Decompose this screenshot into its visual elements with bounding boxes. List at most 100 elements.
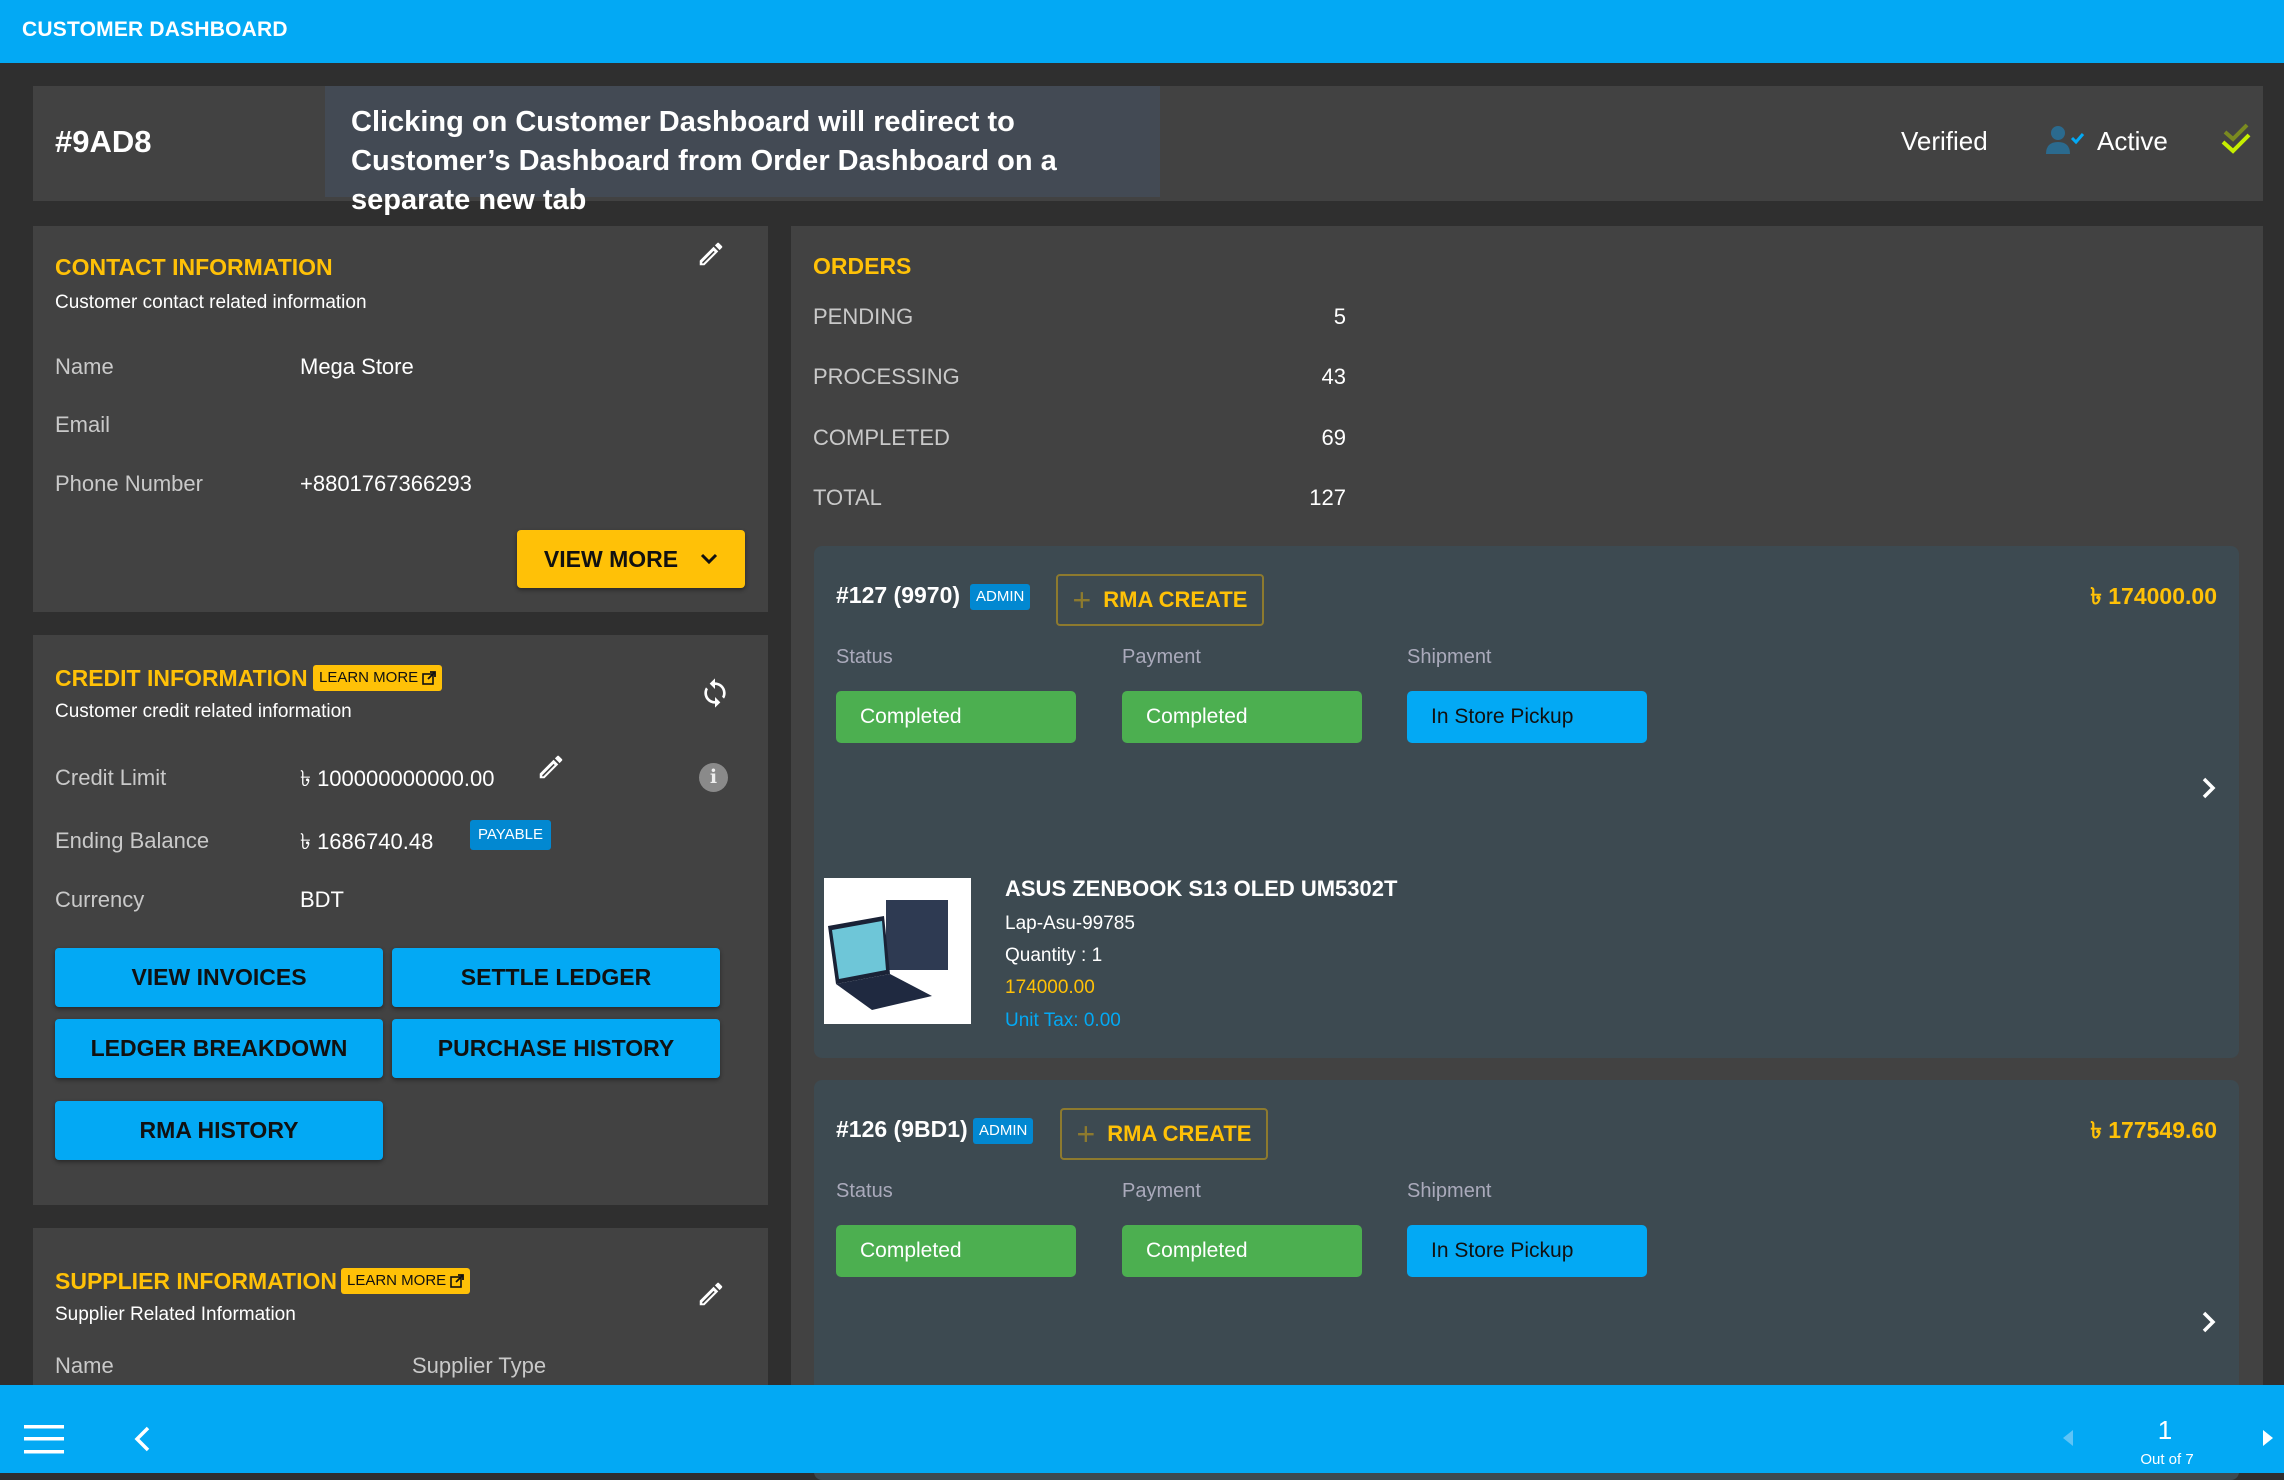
payment-chip: Completed: [1122, 1225, 1362, 1277]
orders-title: ORDERS: [813, 253, 912, 279]
pencil-icon: [539, 755, 563, 779]
product-price: 174000.00: [1005, 977, 1095, 998]
order-number[interactable]: #127 (9970): [836, 582, 960, 609]
learn-more-label: LEARN MORE: [319, 669, 419, 686]
supplier-name-label: Name: [55, 1353, 114, 1378]
pencil-icon: [699, 242, 723, 266]
product-unit-tax: Unit Tax: 0.00: [1005, 1010, 1121, 1031]
edit-credit-limit-button[interactable]: [533, 749, 569, 785]
view-invoices-button[interactable]: VIEW INVOICES: [55, 948, 383, 1007]
hamburger-menu-icon[interactable]: [24, 1423, 64, 1455]
ledger-breakdown-button[interactable]: LEDGER BREAKDOWN: [55, 1019, 383, 1078]
previous-page-icon[interactable]: [2062, 1429, 2074, 1447]
shipment-chip: In Store Pickup: [1407, 691, 1647, 743]
plus-icon: +: [1072, 582, 1092, 618]
credit-subtitle: Customer credit related information: [55, 701, 352, 722]
customer-dashboard-title[interactable]: CUSTOMER DASHBOARD: [22, 18, 288, 42]
contact-subtitle: Customer contact related information: [55, 292, 367, 313]
chevron-down-icon: [701, 553, 718, 565]
status-label: Status: [836, 646, 893, 668]
view-more-button[interactable]: VIEW MORE: [517, 530, 745, 588]
phone-value: +8801767366293: [300, 471, 472, 496]
ending-balance-value: ৳ 1686740.48: [300, 829, 434, 854]
rma-create-label: RMA CREATE: [1103, 587, 1248, 612]
credit-learn-more-button[interactable]: LEARN MORE: [313, 665, 443, 691]
admin-badge: ADMIN: [970, 584, 1031, 610]
chevron-right-icon[interactable]: [2199, 776, 2219, 800]
rma-history-button[interactable]: RMA HISTORY: [55, 1101, 383, 1160]
order-amount: ৳ 177549.60: [2090, 1117, 2217, 1143]
next-page-icon[interactable]: [2262, 1429, 2274, 1447]
credit-limit-label: Credit Limit: [55, 765, 167, 790]
total-count: 127: [1309, 485, 1346, 510]
email-label: Email: [55, 412, 111, 437]
currency-label: Currency: [55, 887, 145, 912]
verified-label: Verified: [1901, 126, 1988, 156]
double-check-icon: [2221, 123, 2251, 154]
payable-badge: PAYABLE: [470, 820, 552, 850]
completed-count: 69: [1321, 425, 1346, 450]
completed-label: COMPLETED: [813, 425, 950, 450]
contact-title: CONTACT INFORMATION: [55, 254, 333, 280]
external-link-icon: [450, 1274, 465, 1288]
plus-icon: +: [1076, 1116, 1096, 1152]
laptop-image-icon: [828, 900, 948, 1010]
refresh-credit-button[interactable]: [697, 675, 733, 711]
supplier-learn-more-button[interactable]: LEARN MORE: [341, 1268, 471, 1294]
product-sku: Lap-Asu-99785: [1005, 913, 1135, 934]
product-image: [824, 878, 971, 1024]
name-label: Name: [55, 354, 114, 379]
shipment-chip: In Store Pickup: [1407, 1225, 1647, 1277]
shipment-label: Shipment: [1407, 646, 1492, 668]
order-card[interactable]: #127 (9970) ADMIN + RMA CREATE ৳ 174000.…: [814, 546, 2239, 1058]
orders-panel: ORDERS PENDING 5 PROCESSING 43 COMPLETED…: [791, 226, 2263, 1480]
pencil-icon: [699, 1282, 723, 1306]
rma-create-button[interactable]: + RMA CREATE: [1060, 1108, 1268, 1160]
payment-label: Payment: [1122, 646, 1201, 668]
credit-title: CREDIT INFORMATION: [55, 665, 308, 691]
currency-value: BDT: [300, 887, 344, 912]
order-amount: ৳ 174000.00: [2090, 583, 2217, 609]
top-app-bar: CUSTOMER DASHBOARD: [0, 0, 2284, 63]
info-icon[interactable]: i: [699, 763, 728, 792]
order-number[interactable]: #126 (9BD1): [836, 1116, 968, 1143]
pending-count: 5: [1333, 304, 1346, 329]
user-check-icon: [2046, 126, 2085, 154]
status-chip: Completed: [836, 1225, 1076, 1277]
page-total: Out of 7: [2140, 1451, 2194, 1468]
supplier-subtitle: Supplier Related Information: [55, 1304, 296, 1325]
admin-badge: ADMIN: [973, 1118, 1034, 1144]
status-chip: Completed: [836, 691, 1076, 743]
purchase-history-button[interactable]: PURCHASE HISTORY: [392, 1019, 720, 1078]
supplier-type-label: Supplier Type: [412, 1353, 547, 1378]
customer-id: #9AD8: [55, 124, 152, 159]
rma-create-label: RMA CREATE: [1107, 1121, 1252, 1146]
phone-label: Phone Number: [55, 471, 203, 496]
view-more-label: VIEW MORE: [543, 545, 679, 572]
info-tooltip: Clicking on Customer Dashboard will redi…: [325, 86, 1160, 216]
credit-information-card: CREDIT INFORMATION LEARN MORE Customer c…: [33, 635, 768, 1205]
rma-create-button[interactable]: + RMA CREATE: [1056, 574, 1264, 626]
sync-icon: [704, 678, 726, 708]
supplier-title: SUPPLIER INFORMATION: [55, 1268, 337, 1294]
edit-supplier-button[interactable]: [693, 1276, 729, 1312]
settle-ledger-button[interactable]: SETTLE LEDGER: [392, 948, 720, 1007]
pending-label: PENDING: [813, 304, 914, 329]
credit-limit-value: ৳ 100000000000.00: [300, 766, 495, 791]
payment-label: Payment: [1122, 1180, 1201, 1202]
active-label: Active: [2097, 126, 2168, 156]
product-name: ASUS ZENBOOK S13 OLED UM5302T: [1005, 876, 1398, 901]
total-label: TOTAL: [813, 485, 882, 510]
processing-label: PROCESSING: [813, 364, 960, 389]
back-chevron-icon[interactable]: [132, 1425, 152, 1453]
edit-contact-button[interactable]: [693, 236, 729, 272]
shipment-label: Shipment: [1407, 1180, 1492, 1202]
product-quantity: Quantity : 1: [1005, 945, 1103, 966]
contact-information-card: CONTACT INFORMATION Customer contact rel…: [33, 226, 768, 612]
ending-balance-label: Ending Balance: [55, 828, 210, 853]
name-value: Mega Store: [300, 354, 414, 379]
learn-more-label: LEARN MORE: [347, 1272, 447, 1289]
processing-count: 43: [1321, 364, 1346, 389]
chevron-right-icon[interactable]: [2199, 1310, 2219, 1334]
current-page: 1: [2157, 1415, 2173, 1445]
